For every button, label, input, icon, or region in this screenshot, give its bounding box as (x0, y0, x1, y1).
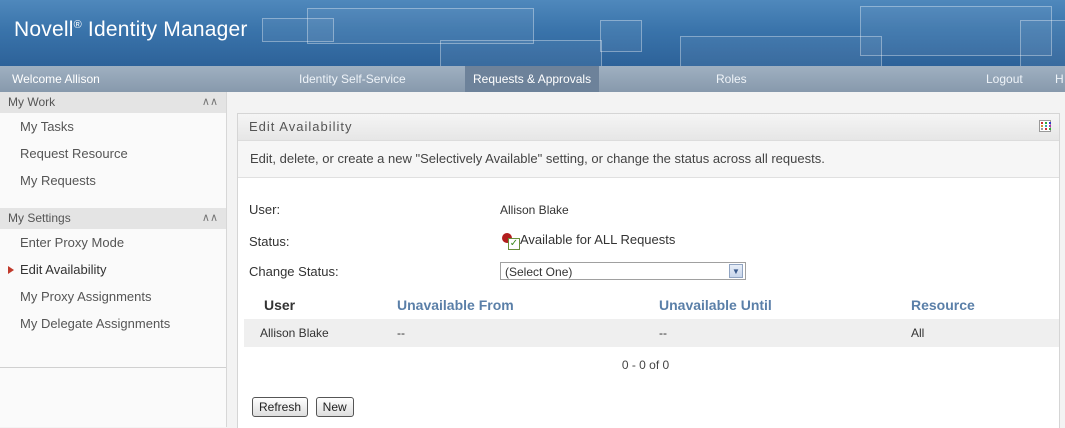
change-status-select[interactable]: (Select One) ▼ (500, 262, 746, 280)
sidebar-item-request-resource[interactable]: Request Resource (0, 140, 226, 167)
select-value: (Select One) (505, 265, 573, 279)
table-header-row: User Unavailable From Unavailable Until … (244, 291, 1059, 319)
logout-link[interactable]: Logout (986, 66, 1023, 92)
collapse-icon[interactable]: ∧∧ (202, 92, 218, 113)
panel-description: Edit, delete, or create a new "Selective… (238, 141, 1059, 178)
cell-user: Allison Blake (244, 319, 396, 347)
header-decoration (1020, 20, 1065, 66)
section-title: My Work (8, 95, 56, 109)
header-decoration (600, 20, 642, 52)
app-logo: Novell® Identity Manager (14, 18, 248, 41)
edit-availability-panel: Edit Availability Edit, delete, or creat… (237, 113, 1060, 428)
new-button[interactable]: New (315, 397, 354, 417)
sidebar-item-my-delegate-assignments[interactable]: My Delegate Assignments (0, 310, 226, 337)
tab-requests-approvals[interactable]: Requests & Approvals (465, 66, 600, 92)
main-nav: Welcome Allison Identity Self-Service Re… (0, 66, 1065, 92)
sidebar-divider (0, 367, 226, 368)
sidebar-item-enter-proxy-mode[interactable]: Enter Proxy Mode (0, 229, 226, 256)
cell-unavailable-from: -- (396, 319, 658, 347)
status-label: Status: (249, 234, 290, 249)
cell-resource: All (910, 319, 1059, 347)
header-decoration (307, 8, 534, 44)
column-header-unavailable-until[interactable]: Unavailable Until (658, 291, 910, 319)
panel-title: Edit Availability (238, 114, 1059, 141)
user-label: User: (249, 202, 281, 217)
pager-text: 0 - 0 of 0 (621, 358, 670, 372)
header-decoration (680, 36, 882, 66)
change-status-label: Change Status: (249, 264, 339, 279)
section-my-work[interactable]: My Work ∧∧ (0, 92, 226, 113)
sidebar-item-edit-availability[interactable]: Edit Availability (0, 256, 226, 283)
sidebar-item-my-tasks[interactable]: My Tasks (0, 113, 226, 140)
sidebar-item-my-proxy-assignments[interactable]: My Proxy Assignments (0, 283, 226, 310)
column-header-resource[interactable]: Resource (910, 291, 1059, 319)
tab-roles[interactable]: Roles (716, 66, 747, 92)
help-link[interactable]: H (1055, 66, 1064, 92)
tab-identity-self-service[interactable]: Identity Self-Service (299, 66, 406, 92)
welcome-text: Welcome Allison (12, 72, 100, 86)
grid-menu-icon[interactable] (1039, 120, 1051, 132)
table-row[interactable]: Allison Blake -- -- All (244, 319, 1059, 347)
status-value: ✓ Available for ALL Requests (500, 232, 676, 250)
user-value: Allison Blake (500, 203, 569, 217)
status-text: Available for ALL Requests (520, 232, 676, 247)
section-my-settings[interactable]: My Settings ∧∧ (0, 208, 226, 229)
column-header-unavailable-from[interactable]: Unavailable From (396, 291, 658, 319)
cell-unavailable-until: -- (658, 319, 910, 347)
available-status-icon: ✓ (500, 232, 520, 250)
section-title: My Settings (8, 211, 71, 225)
app-header: Novell® Identity Manager (0, 0, 1065, 66)
header-decoration (440, 40, 602, 66)
sidebar: My Work ∧∧ My Tasks Request Resource My … (0, 92, 227, 427)
column-header-user[interactable]: User (244, 291, 396, 319)
refresh-button[interactable]: Refresh (252, 397, 309, 417)
button-bar: Refresh New (252, 397, 358, 417)
collapse-icon[interactable]: ∧∧ (202, 208, 218, 229)
panel-title-text: Edit Availability (249, 119, 353, 134)
sidebar-item-my-requests[interactable]: My Requests (0, 167, 226, 194)
chevron-down-icon[interactable]: ▼ (729, 264, 743, 278)
availability-table: User Unavailable From Unavailable Until … (244, 291, 1059, 347)
